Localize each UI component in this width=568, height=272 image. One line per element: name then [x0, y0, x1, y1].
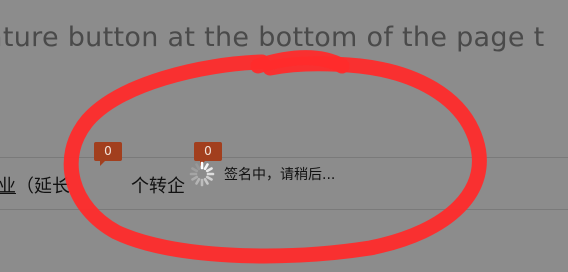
loading-spinner-icon — [189, 161, 215, 187]
list-item-partial-char: 业 — [0, 176, 16, 197]
list-divider — [0, 209, 568, 210]
list-item-right-text[interactable]: 个转企 — [131, 172, 185, 198]
loading-message: 签名中，请稍后... — [224, 167, 336, 183]
list-item-left-label: （延长 — [16, 176, 70, 197]
count-badge: 0 — [94, 142, 122, 166]
list-item-left-text[interactable]: 业（延长 — [0, 172, 70, 198]
instruction-text: ature button at the bottom of the page t — [0, 22, 545, 53]
count-badge: 0 — [194, 142, 222, 166]
list-divider — [0, 157, 568, 158]
